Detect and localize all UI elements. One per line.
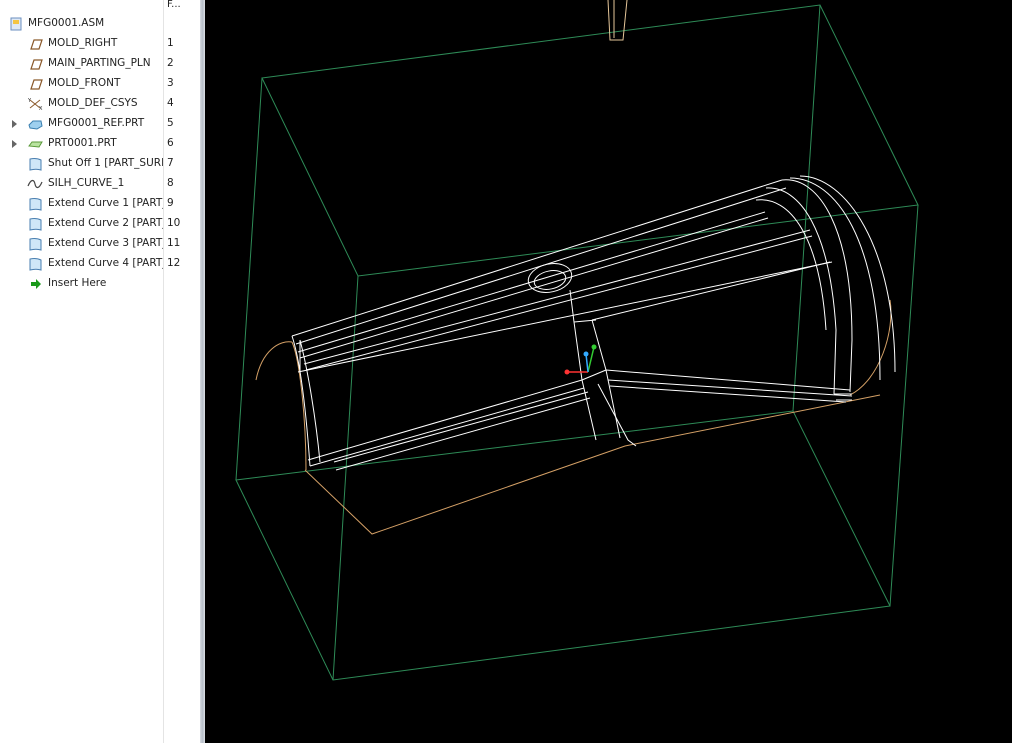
tree-item[interactable]: Extend Curve 1 [PART_S 9 — [0, 194, 200, 214]
sprue-stub — [607, 0, 628, 41]
insert-arrow-icon — [31, 279, 41, 289]
tree-item-label: Extend Curve 3 [PART_S — [48, 237, 163, 249]
surface-icon — [29, 158, 42, 171]
tree-item-label: Shut Off 1 [PART_SURF — [48, 157, 163, 169]
workpiece-part-icon — [28, 141, 43, 148]
expand-arrow-icon[interactable] — [12, 120, 17, 128]
insert-here-label: Insert Here — [48, 277, 107, 289]
tree-item-label: MOLD_RIGHT — [48, 37, 118, 49]
tree-item-label: PRT0001.PRT — [48, 137, 117, 149]
datum-plane-icon — [30, 59, 43, 70]
insert-here-item[interactable]: Insert Here — [0, 274, 200, 294]
tree-item[interactable]: Extend Curve 2 [PART_S 10 — [0, 214, 200, 234]
coordinate-system-icon: YX — [27, 98, 43, 111]
surface-icon — [29, 238, 42, 251]
tree-item-number: 7 — [167, 157, 174, 169]
tree-item-number: 1 — [167, 37, 174, 49]
tree-root-label: MFG0001.ASM — [28, 17, 105, 29]
part-wireframe — [291, 175, 896, 471]
tree-root-item[interactable]: MFG0001.ASM — [0, 14, 200, 34]
column-header[interactable]: F... — [167, 0, 181, 10]
tree-item[interactable]: MFG0001_REF.PRT 5 — [0, 114, 200, 134]
tree-item[interactable]: Extend Curve 3 [PART_S 11 — [0, 234, 200, 254]
tree-item[interactable]: MOLD_RIGHT 1 — [0, 34, 200, 54]
graphics-viewport[interactable] — [205, 0, 1012, 743]
tree-item-label: SILH_CURVE_1 — [48, 177, 125, 189]
curve-icon — [27, 179, 43, 189]
tree-item-number: 4 — [167, 97, 174, 109]
tree-item[interactable]: MOLD_FRONT 3 — [0, 74, 200, 94]
tree-item-number: 11 — [167, 237, 181, 249]
model-tree-panel: F... MFG0001.ASM MOLD_RIGHT 1 MAIN_PARTING… — [0, 0, 200, 743]
surface-icon — [29, 218, 42, 231]
svg-text:X: X — [39, 106, 43, 111]
tree-item-label: MAIN_PARTING_PLN — [48, 57, 151, 69]
tree-item-label: MFG0001_REF.PRT — [48, 117, 145, 129]
tree-item-number: 8 — [167, 177, 174, 189]
tree-item[interactable]: Extend Curve 4 [PART_S 12 — [0, 254, 200, 274]
tree-item-number: 2 — [167, 57, 174, 69]
tree-item[interactable]: SILH_CURVE_1 8 — [0, 174, 200, 194]
tree-item-label: MOLD_DEF_CSYS — [48, 97, 138, 109]
tree-item[interactable]: Shut Off 1 [PART_SURF 7 — [0, 154, 200, 174]
tree-item-number: 5 — [167, 117, 174, 129]
tree-item-label: MOLD_FRONT — [48, 77, 121, 89]
wireframe-model — [235, 0, 919, 681]
expand-arrow-icon[interactable] — [12, 140, 17, 148]
surface-icon — [29, 258, 42, 271]
tree-item[interactable]: MAIN_PARTING_PLN 2 — [0, 54, 200, 74]
surface-icon — [29, 198, 42, 211]
tree-item-number: 6 — [167, 137, 174, 149]
tree-item-label: Extend Curve 1 [PART_S — [48, 197, 163, 209]
assembly-icon — [10, 17, 22, 31]
tree-item-label: Extend Curve 4 [PART_S — [48, 257, 163, 269]
tree-item-label: Extend Curve 2 [PART_S — [48, 217, 163, 229]
tree-item[interactable]: Y X MOLD_DEF_CSYS 4 — [0, 94, 200, 114]
tree-item-number: 12 — [167, 257, 181, 269]
tree-item-number: 9 — [167, 197, 174, 209]
datum-plane-icon — [30, 39, 43, 50]
reference-part-icon — [28, 120, 43, 130]
tree-item-number: 10 — [167, 217, 181, 229]
tree-item-number: 3 — [167, 77, 174, 89]
tree-item[interactable]: PRT0001.PRT 6 — [0, 134, 200, 154]
datum-plane-icon — [30, 79, 43, 90]
